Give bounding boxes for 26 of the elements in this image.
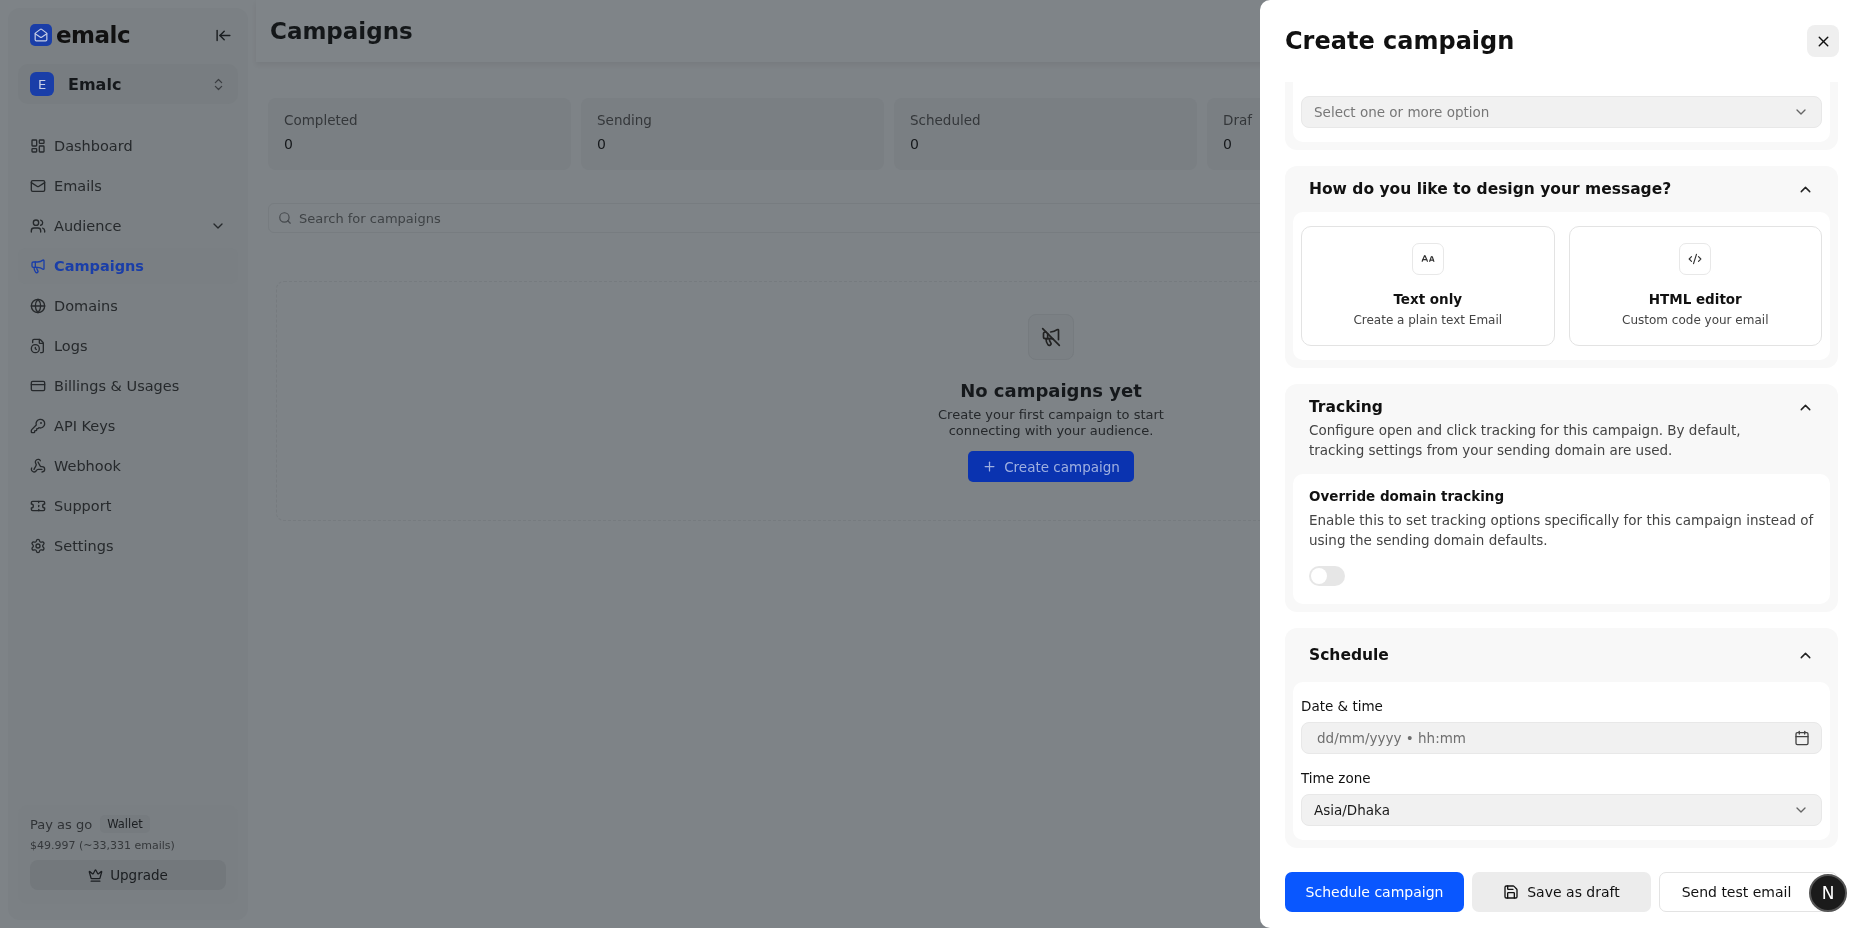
stat-label: Draf (1223, 112, 1252, 128)
empty-title: No campaigns yet (960, 380, 1142, 401)
stat-value: 0 (1223, 136, 1232, 152)
stat-label: Scheduled (910, 112, 981, 128)
stat-value: 0 (597, 136, 606, 152)
section-description: Configure open and click tracking for this campaign. By default, tracking settings from your sending domain are used. (1309, 421, 1742, 460)
field-label: Time zone (1301, 770, 1372, 786)
empty-description: Create your first campaign to start connecting with your audience. (937, 407, 1165, 439)
workspace-name: Emalc (68, 74, 123, 94)
logo-text: emalc (56, 22, 131, 48)
field-label: Date & time (1301, 698, 1384, 714)
stat-label: Completed (284, 112, 358, 128)
workspace-avatar: E (30, 72, 54, 96)
stat-value: 0 (910, 136, 919, 152)
balance-text: $49.997 (~33,331 emails) (30, 839, 176, 852)
setting-description: Enable this to set tracking options specifically for this campaign instead of using the sending domain defaults. (1308, 511, 1815, 550)
plan-label: Pay as go (30, 816, 93, 832)
wallet-badge: Wallet (100, 815, 150, 833)
drawer-title: Create campaign (1285, 27, 1515, 55)
section-title: How do you like to design your message? (1309, 180, 1672, 198)
setting-title: Override domain tracking (1308, 488, 1506, 504)
page-title: Campaigns (270, 18, 413, 44)
section-title: Schedule (1309, 646, 1389, 664)
stat-value: 0 (284, 136, 293, 152)
section-title: Tracking (1309, 398, 1383, 416)
stat-label: Sending (597, 112, 652, 128)
